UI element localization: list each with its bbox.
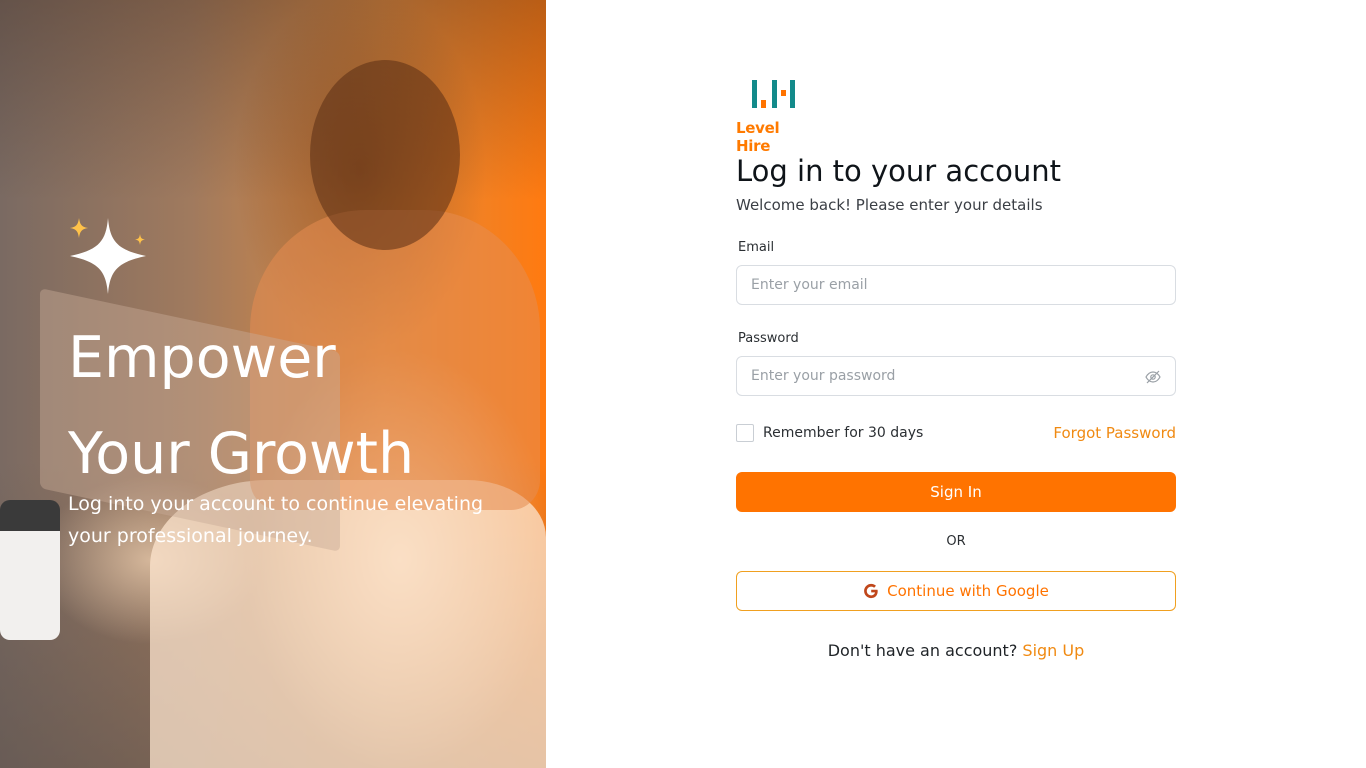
brand-logo: Level Hire xyxy=(736,78,816,155)
email-field-wrapper xyxy=(736,265,1176,305)
signup-prompt: Don't have an account? xyxy=(827,641,1018,660)
google-button-label: Continue with Google xyxy=(887,582,1049,600)
page-title: Log in to your account xyxy=(736,154,1061,188)
sign-up-link[interactable]: Sign Up xyxy=(1022,641,1084,660)
page-subtitle: Welcome back! Please enter your details xyxy=(736,196,1043,214)
email-field[interactable] xyxy=(751,277,1161,293)
hero-panel: Empower Your Growth Log into your accoun… xyxy=(0,0,546,768)
eye-off-icon[interactable] xyxy=(1145,369,1161,385)
email-label: Email xyxy=(738,240,775,255)
sign-in-button[interactable]: Sign In xyxy=(736,472,1176,512)
google-icon xyxy=(864,583,878,599)
login-form: Level Hire Log in to your account Welcom… xyxy=(736,78,1176,660)
forgot-password-link[interactable]: Forgot Password xyxy=(1053,424,1176,442)
remember-label: Remember for 30 days xyxy=(763,425,924,441)
remember-checkbox[interactable] xyxy=(736,424,754,442)
hero-shade xyxy=(0,0,546,200)
remember-checkbox-wrapper[interactable]: Remember for 30 days xyxy=(736,424,923,442)
password-label: Password xyxy=(738,331,799,346)
hero-photo-cup xyxy=(0,500,60,640)
brand-name: Level Hire xyxy=(736,119,780,155)
hero-subtitle: Log into your account to continue elevat… xyxy=(68,493,484,547)
google-sign-in-button[interactable]: Continue with Google xyxy=(736,571,1176,611)
hero-title-line-1: Empower xyxy=(68,325,336,391)
options-row: Remember for 30 days Forgot Password xyxy=(736,424,1176,442)
hero-photo-head xyxy=(310,60,460,250)
hero-title: Empower Your Growth xyxy=(68,310,528,502)
or-divider: OR xyxy=(946,534,966,549)
signup-row: Don't have an account? Sign Up xyxy=(736,641,1176,660)
password-field[interactable] xyxy=(751,368,1161,384)
level-hire-logo-mark xyxy=(752,80,795,108)
password-field-wrapper xyxy=(736,356,1176,396)
sparkle-icon xyxy=(70,218,146,294)
